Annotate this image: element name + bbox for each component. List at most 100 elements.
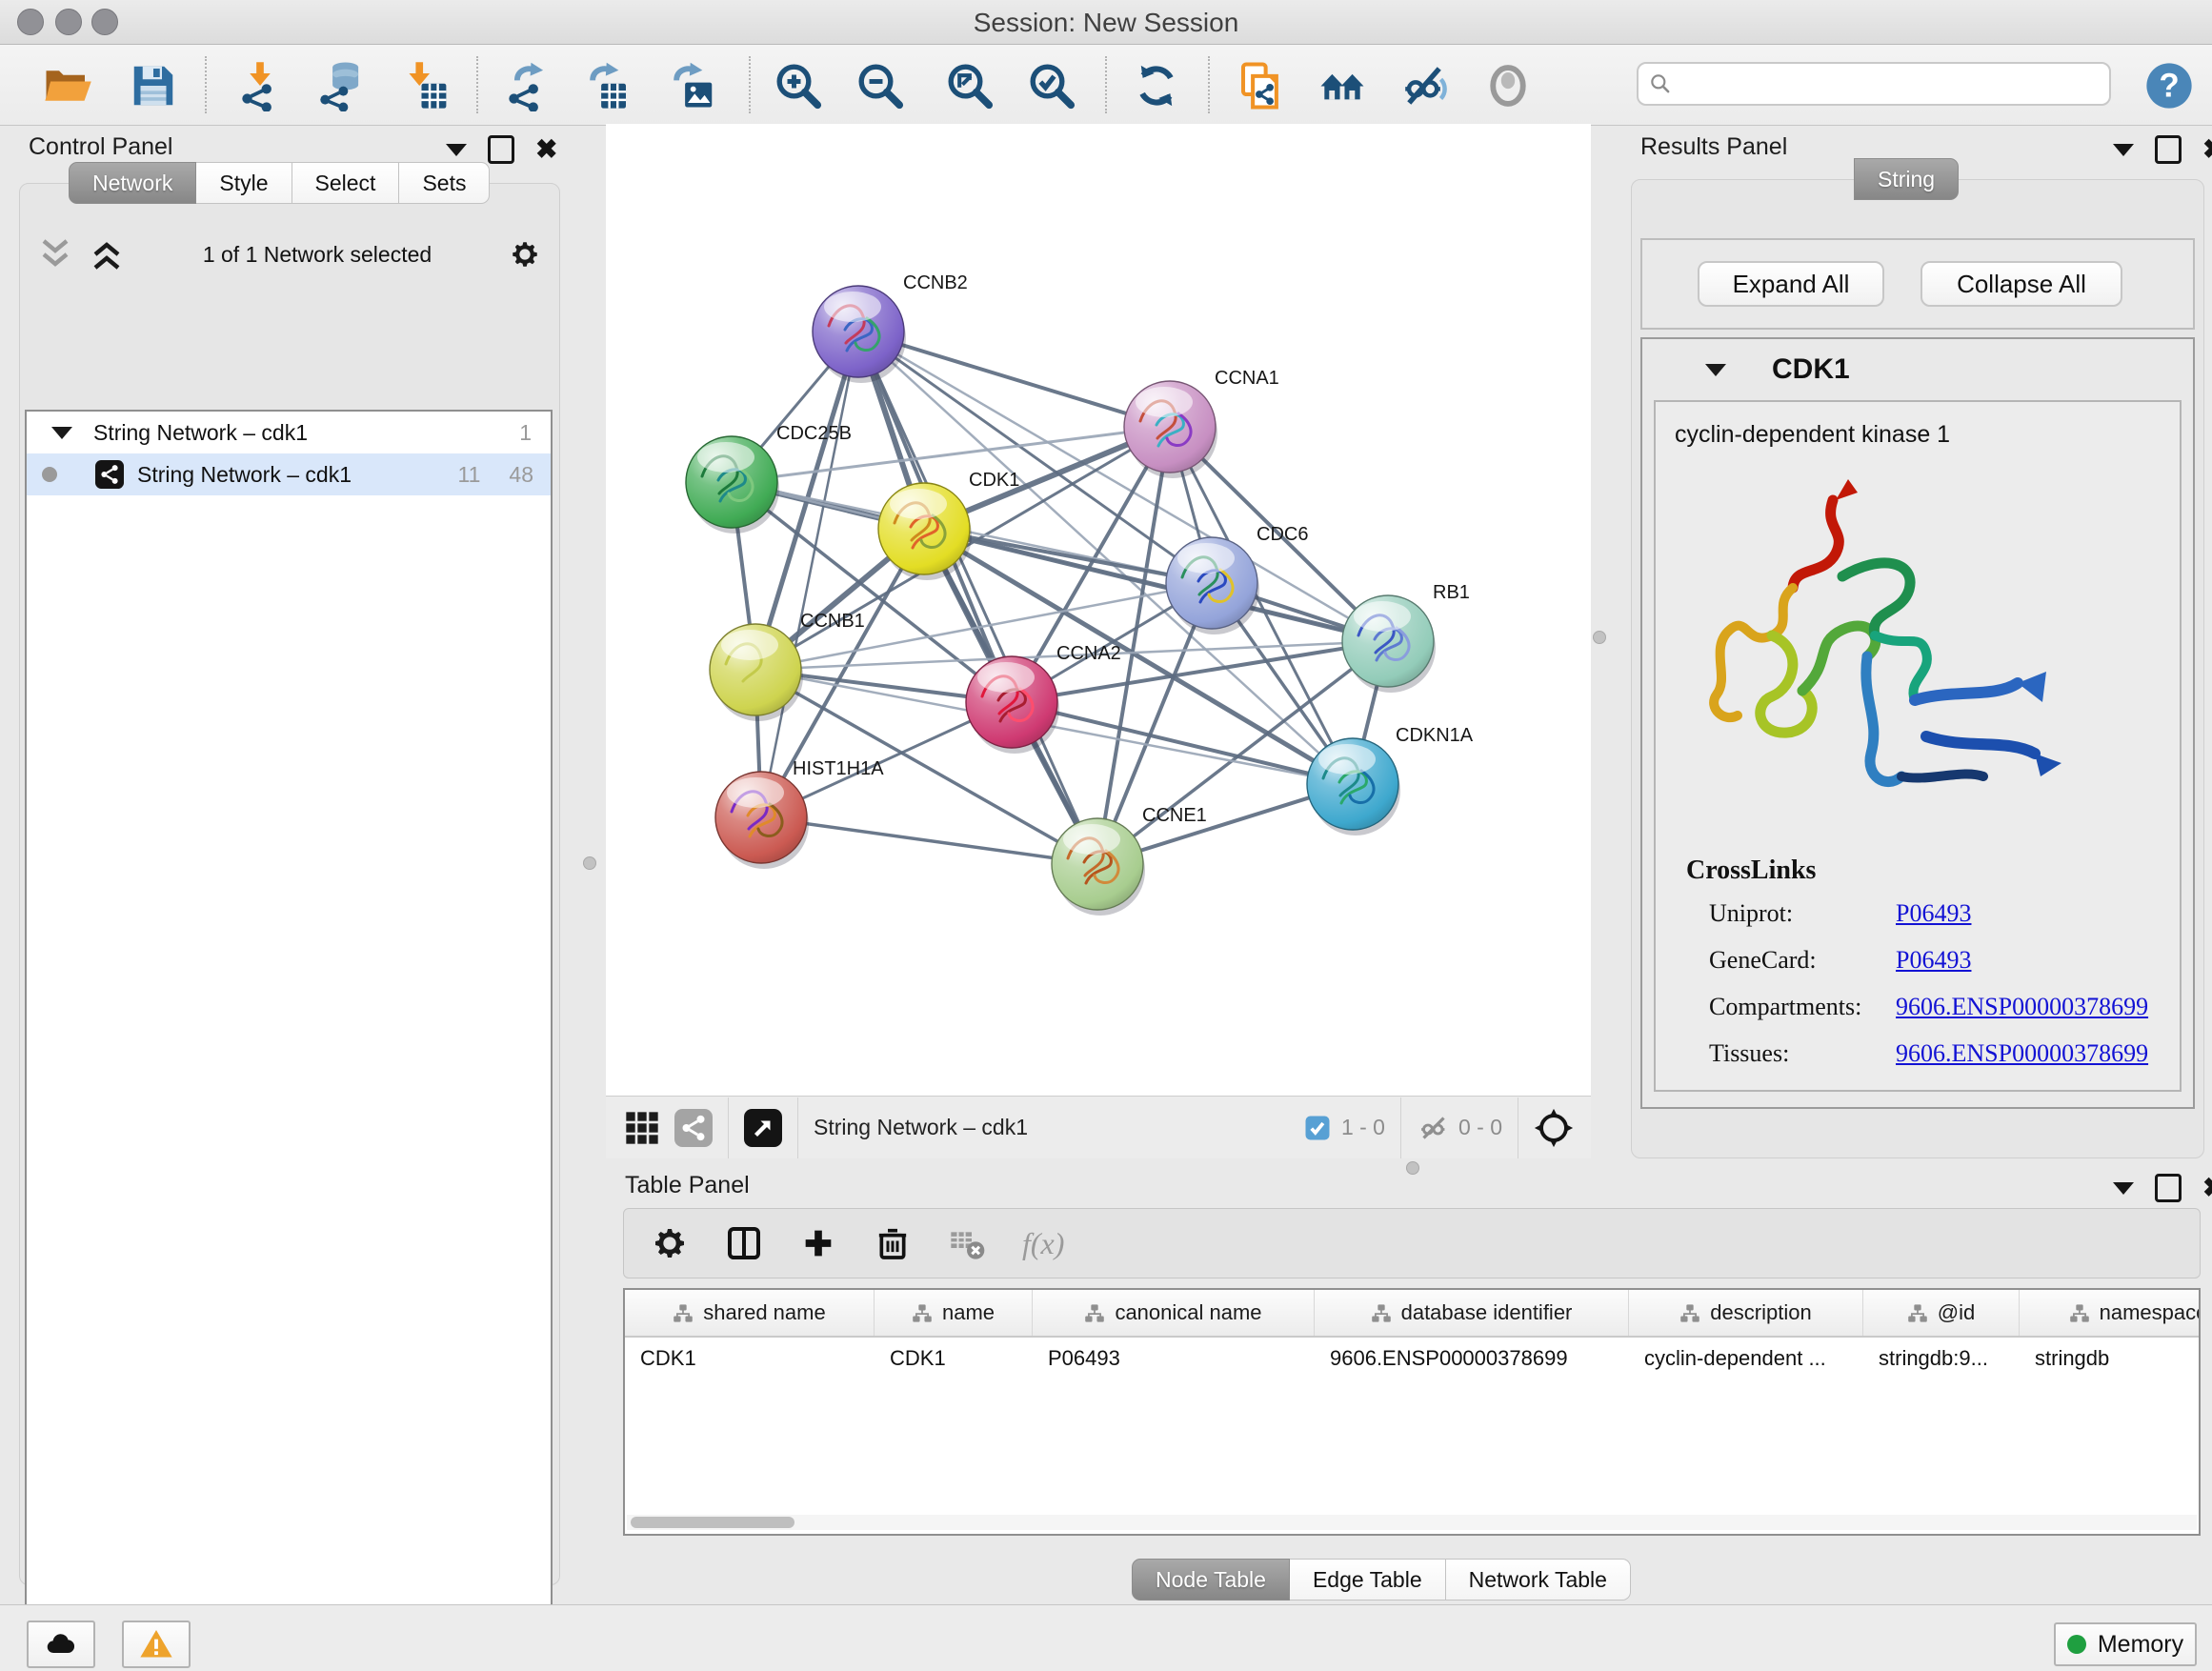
- export-image-button[interactable]: [665, 58, 720, 113]
- node-CCNE1[interactable]: [1052, 818, 1145, 916]
- import-network-database-button[interactable]: [312, 58, 368, 113]
- network-collection-row[interactable]: String Network – cdk1 1: [27, 412, 551, 453]
- add-column-icon[interactable]: [799, 1224, 837, 1262]
- panel-menu-icon[interactable]: [446, 144, 467, 156]
- gene-collapse-caret-icon[interactable]: [1705, 364, 1726, 376]
- crosslink-link[interactable]: P06493: [1896, 1086, 1971, 1092]
- expand-all-icon[interactable]: [88, 235, 126, 273]
- table-cell[interactable]: cyclin-dependent ...: [1629, 1346, 1863, 1371]
- horizontal-scrollbar[interactable]: [627, 1515, 2197, 1530]
- table-cell[interactable]: CDK1: [625, 1346, 875, 1371]
- zoom-in-button[interactable]: [771, 58, 826, 113]
- table-cell[interactable]: stringdb:9...: [1863, 1346, 2020, 1371]
- hidden-glasses-icon[interactable]: [1417, 1114, 1451, 1142]
- node-CDC25B[interactable]: [686, 436, 779, 534]
- node-CDC6[interactable]: [1166, 537, 1259, 634]
- node-CCNA1[interactable]: [1124, 381, 1217, 478]
- delete-column-icon[interactable]: [874, 1224, 912, 1262]
- delete-table-icon[interactable]: [948, 1224, 986, 1262]
- tab-sets[interactable]: Sets: [399, 162, 490, 204]
- center-view-icon[interactable]: [1534, 1108, 1574, 1148]
- table-cell[interactable]: CDK1: [875, 1346, 1033, 1371]
- column-header-namespace[interactable]: namespace: [2020, 1290, 2201, 1336]
- crosslink-link[interactable]: P06493: [1896, 946, 1971, 975]
- edge-HIST1H1A-CCNE1[interactable]: [761, 817, 1097, 864]
- edge-CCNB2-CCNE1[interactable]: [858, 332, 1097, 864]
- expand-all-button[interactable]: Expand All: [1698, 261, 1884, 307]
- close-panel-icon[interactable]: ✖: [535, 138, 557, 161]
- column-header-shared-name[interactable]: shared name: [625, 1290, 875, 1336]
- memory-button[interactable]: Memory: [2054, 1622, 2197, 1666]
- node-CDK1[interactable]: [878, 483, 972, 580]
- network-share-view-icon[interactable]: [674, 1109, 713, 1147]
- node-HIST1H1A[interactable]: [715, 772, 809, 869]
- gene-card-header[interactable]: CDK1: [1642, 339, 2193, 400]
- panel-menu-icon[interactable]: [2113, 1182, 2134, 1195]
- tab-style[interactable]: Style: [196, 162, 292, 204]
- cloud-button[interactable]: [27, 1621, 95, 1668]
- warnings-button[interactable]: [122, 1621, 191, 1668]
- float-panel-icon[interactable]: [2155, 1174, 2182, 1202]
- network-canvas[interactable]: CCNB2CCNA1CDC25BCDK1CDC6RB1CCNB1CCNA2CDK…: [606, 124, 1591, 1096]
- table-cell[interactable]: stringdb: [2020, 1346, 2201, 1371]
- search-input[interactable]: [1680, 70, 2100, 98]
- zoom-selected-button[interactable]: [1024, 58, 1079, 113]
- network-view[interactable]: CCNB2CCNA1CDC25BCDK1CDC6RB1CCNB1CCNA2CDK…: [606, 124, 1591, 1096]
- tab-node-table[interactable]: Node Table: [1132, 1559, 1290, 1601]
- save-session-button[interactable]: [126, 58, 181, 113]
- right-splitter-handle[interactable]: [1593, 631, 1606, 644]
- column-header-canonical-name[interactable]: canonical name: [1033, 1290, 1315, 1336]
- table-cell[interactable]: 9606.ENSP00000378699: [1315, 1346, 1629, 1371]
- table-row[interactable]: CDK1CDK1P064939606.ENSP00000378699cyclin…: [625, 1338, 2199, 1379]
- apply-layout-button[interactable]: [1129, 58, 1184, 113]
- show-details-button[interactable]: [1480, 58, 1536, 113]
- collapse-all-button[interactable]: Collapse All: [1920, 261, 2122, 307]
- column-header--id[interactable]: @id: [1863, 1290, 2020, 1336]
- gear-icon[interactable]: [509, 238, 541, 271]
- crosslink-link[interactable]: P06493: [1896, 899, 1971, 928]
- clone-network-button[interactable]: [1233, 58, 1288, 113]
- string-home-button[interactable]: [1315, 58, 1370, 113]
- tab-network[interactable]: Network: [69, 162, 196, 204]
- export-network-file-button[interactable]: [499, 58, 554, 113]
- table-cell[interactable]: P06493: [1033, 1346, 1315, 1371]
- scrollbar-thumb[interactable]: [631, 1517, 794, 1528]
- close-panel-icon[interactable]: ✖: [2202, 138, 2212, 161]
- left-splitter-handle[interactable]: [583, 856, 596, 870]
- column-header-database-identifier[interactable]: database identifier: [1315, 1290, 1629, 1336]
- column-header-description[interactable]: description: [1629, 1290, 1863, 1336]
- function-builder-icon[interactable]: f(x): [1022, 1226, 1064, 1261]
- hide-unhide-button[interactable]: [1397, 58, 1452, 113]
- crosslink-link[interactable]: 9606.ENSP00000378699: [1896, 1039, 2148, 1068]
- tab-select[interactable]: Select: [292, 162, 400, 204]
- selected-checkbox-icon[interactable]: [1303, 1114, 1332, 1142]
- show-columns-icon[interactable]: [725, 1224, 763, 1262]
- tab-network-table[interactable]: Network Table: [1446, 1559, 1631, 1601]
- crosslink-link[interactable]: 9606.ENSP00000378699: [1896, 993, 2148, 1021]
- tab-edge-table[interactable]: Edge Table: [1290, 1559, 1446, 1601]
- float-panel-icon[interactable]: [488, 135, 514, 164]
- zoom-fit-button[interactable]: [942, 58, 997, 113]
- collapse-all-icon[interactable]: [36, 235, 74, 273]
- node-CCNA2[interactable]: [966, 656, 1059, 754]
- close-panel-icon[interactable]: ✖: [2202, 1177, 2212, 1199]
- export-table-file-button[interactable]: [581, 58, 636, 113]
- node-RB1[interactable]: [1342, 595, 1436, 693]
- open-session-button[interactable]: [40, 58, 95, 113]
- birds-eye-view-icon[interactable]: [744, 1109, 782, 1147]
- node-CCNB1[interactable]: [710, 624, 803, 721]
- collection-caret-icon[interactable]: [51, 427, 72, 439]
- network-row[interactable]: String Network – cdk1 11 48: [27, 453, 551, 495]
- node-CDKN1A[interactable]: [1307, 738, 1400, 836]
- edge-CCNA2-CDKN1A[interactable]: [1012, 702, 1353, 784]
- import-network-file-button[interactable]: [232, 58, 288, 113]
- table-gear-icon[interactable]: [651, 1224, 689, 1262]
- edge-CCNB2-HIST1H1A[interactable]: [761, 332, 858, 817]
- zoom-out-button[interactable]: [853, 58, 908, 113]
- tab-string[interactable]: String: [1854, 158, 1959, 200]
- help-button[interactable]: ?: [2142, 58, 2197, 113]
- float-panel-icon[interactable]: [2155, 135, 2182, 164]
- column-header-name[interactable]: name: [875, 1290, 1033, 1336]
- import-table-file-button[interactable]: [398, 58, 453, 113]
- grid-view-icon[interactable]: [623, 1109, 661, 1147]
